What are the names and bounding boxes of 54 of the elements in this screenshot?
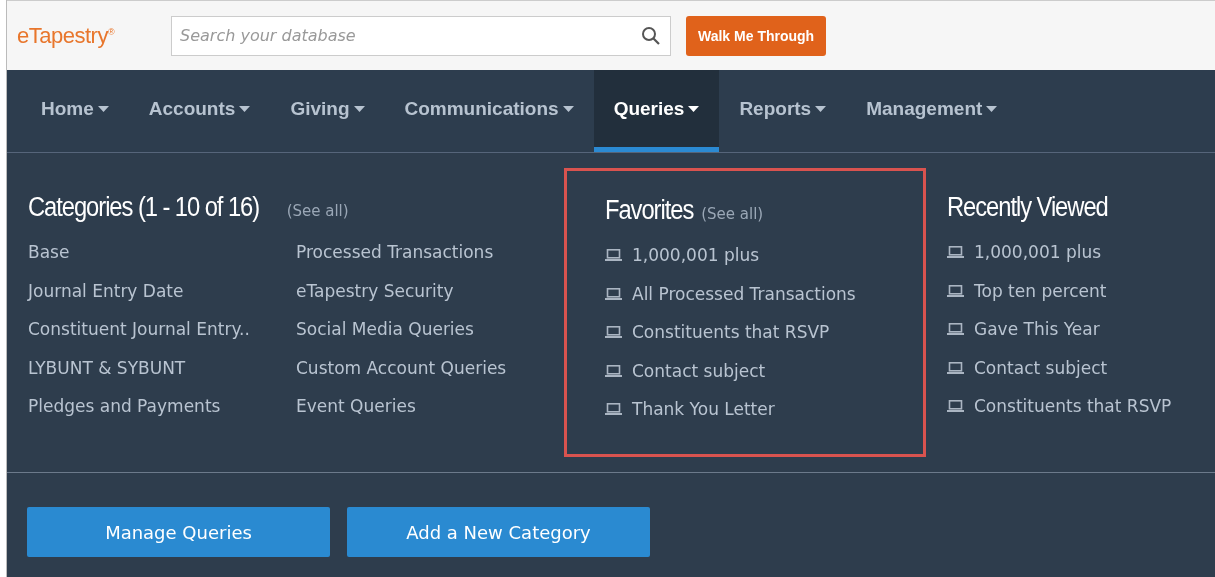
query-link[interactable]: Top ten percent [974,271,1107,310]
category-link[interactable]: eTapestry Security [296,271,564,310]
category-link[interactable]: Constituent Journal Entry.. [28,310,296,349]
laptop-icon [605,364,622,377]
caret-icon [815,105,827,112]
query-link[interactable]: 1,000,001 plus [632,236,760,275]
category-link[interactable]: LYBUNT & SYBUNT [28,348,296,387]
nav-tab[interactable]: Queries [593,70,720,152]
category-link[interactable]: Journal Entry Date [28,271,296,310]
nav-tab[interactable]: Communications [384,70,594,152]
nav-tab[interactable]: Reports [719,70,847,152]
section-title: Categories (1 - 10 of 16) [28,192,260,223]
action-button[interactable]: Add a New Category [347,507,650,557]
nav-tab[interactable]: Giving [270,70,385,152]
query-link[interactable]: Contact subject [974,348,1108,387]
action-button[interactable]: Manage Queries [27,507,330,557]
laptop-icon [947,323,964,336]
laptop-icon [605,326,622,339]
section-title: Favorites [605,195,694,226]
category-link[interactable]: Pledges and Payments [28,387,296,426]
caret-icon [97,105,109,112]
query-link[interactable]: Constituents that RSVP [974,387,1172,426]
category-link[interactable]: Base [28,233,296,272]
category-link[interactable]: Processed Transactions [296,233,564,272]
laptop-icon [605,403,622,416]
see-all-link[interactable]: (See all) [286,202,349,220]
section-title: Recently Viewed [947,192,1108,223]
caret-icon [562,105,574,112]
caret-icon [239,105,251,112]
laptop-icon [605,249,622,262]
laptop-icon [605,287,622,300]
walk-me-through-button[interactable]: Walk Me Through [686,15,827,56]
laptop-icon [947,246,964,259]
search-field[interactable]: Search your database [171,15,671,56]
query-link[interactable]: Thank You Letter [632,390,775,429]
category-link[interactable]: Social Media Queries [296,310,564,349]
see-all-link[interactable]: (See all) [701,205,764,223]
query-link[interactable]: Constituents that RSVP [632,313,830,352]
laptop-icon [947,284,964,297]
laptop-icon [947,361,964,374]
category-link[interactable]: Event Queries [296,387,564,426]
nav-tab[interactable]: Accounts [128,70,271,152]
laptop-icon [947,400,964,413]
search-icon[interactable] [641,25,661,46]
nav-tab[interactable]: Home [21,70,129,152]
caret-icon [688,105,700,112]
query-link[interactable]: Gave This Year [974,310,1100,349]
category-link[interactable]: Custom Account Queries [296,348,564,387]
caret-icon [986,105,998,112]
query-link[interactable]: Contact subject [632,351,766,390]
nav-tab[interactable]: Management [846,70,1018,152]
caret-icon [353,105,365,112]
query-link[interactable]: 1,000,001 plus [974,233,1102,272]
query-link[interactable]: All Processed Transactions [632,274,856,313]
